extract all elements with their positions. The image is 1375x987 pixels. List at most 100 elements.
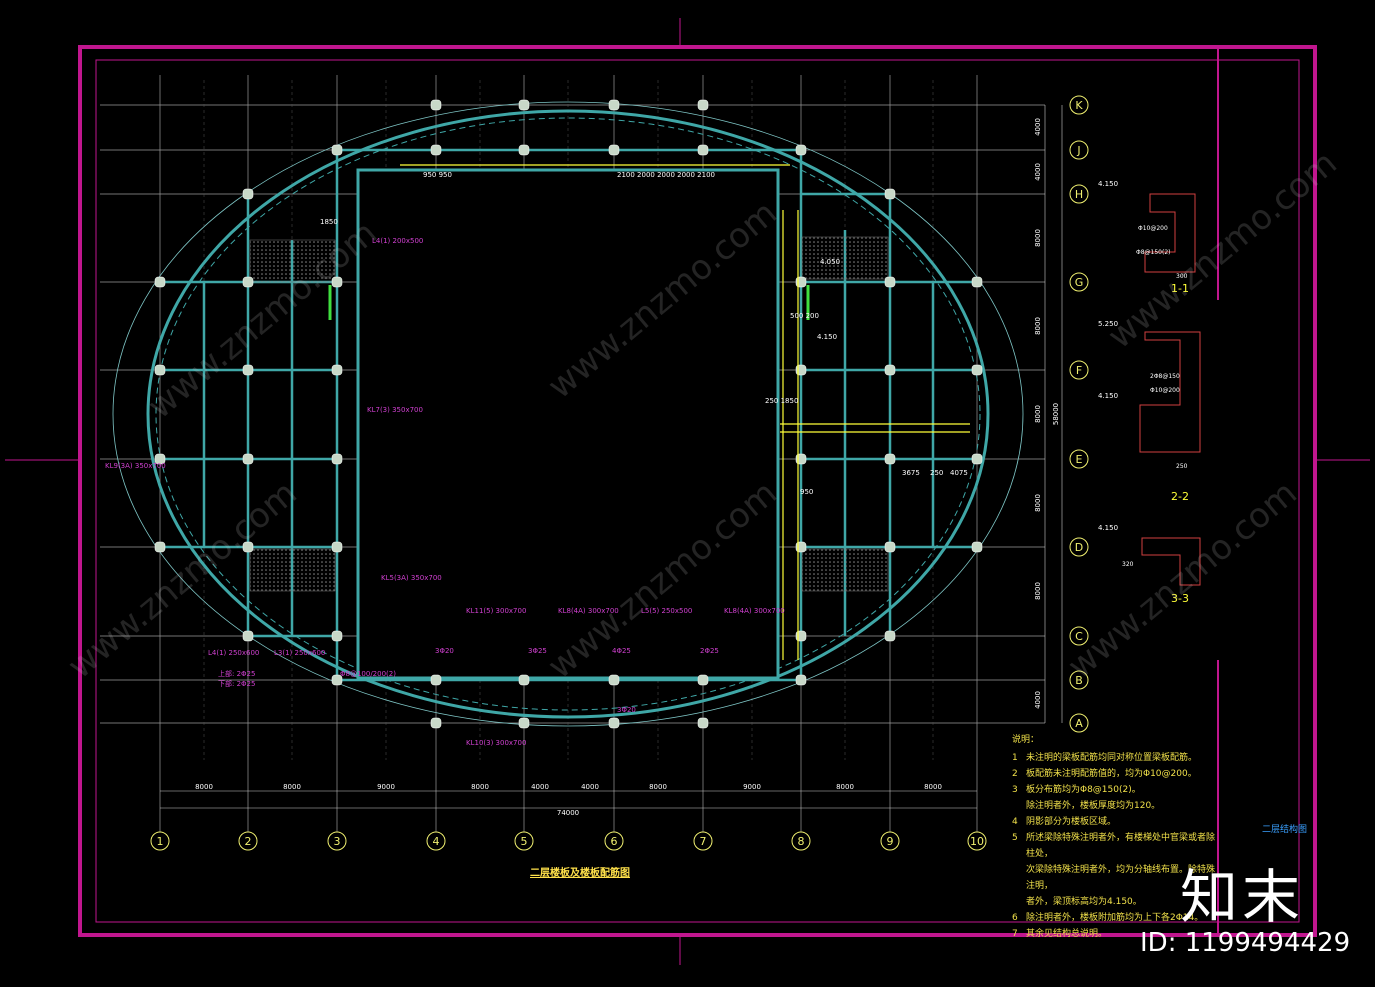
column	[154, 541, 166, 553]
column	[154, 364, 166, 376]
axis-label: 4	[433, 835, 440, 848]
hatched-slab-region	[801, 548, 889, 592]
section-name: 2-2	[1171, 490, 1189, 503]
beam-label: L4(1) 250x600	[208, 649, 259, 657]
column	[242, 453, 254, 465]
column	[518, 99, 530, 111]
note-item: 2 板配筋未注明配筋值的，均为Φ10@200。	[1012, 766, 1222, 782]
rebar-label: 4Φ25	[612, 647, 631, 655]
axis-label: 9	[887, 835, 894, 848]
span-dimension: 9000	[377, 783, 395, 791]
span-dimension: 4000	[531, 783, 549, 791]
central-void	[356, 168, 780, 680]
note-item: 1 未注明的梁板配筋均同对称位置梁板配筋。	[1012, 750, 1222, 766]
hatched-slab-region	[801, 236, 889, 280]
column	[884, 630, 896, 642]
column	[430, 99, 442, 111]
dimension-text: 950 950	[423, 171, 452, 179]
axis-label: 2	[245, 835, 252, 848]
column	[331, 541, 343, 553]
section-outline	[1144, 193, 1196, 273]
note-number	[1012, 894, 1026, 910]
column	[242, 364, 254, 376]
beam-label: L3(1) 250x600	[274, 649, 325, 657]
note-text: 阴影部分为楼板区域。	[1026, 817, 1117, 827]
axis-label: 7	[700, 835, 707, 848]
image-id-label: ID: 1199494429	[1140, 928, 1351, 958]
column	[795, 674, 807, 686]
section-rebar: Φ10@200	[1138, 225, 1168, 232]
axis-label: H	[1075, 188, 1083, 201]
column	[242, 188, 254, 200]
dimension-text: 2100 2000 2000 2000 2100	[617, 171, 715, 179]
column	[518, 717, 530, 729]
span-dimension: 8000	[1034, 229, 1042, 247]
span-dimension: 4000	[1034, 118, 1042, 136]
section-dim: 250	[1176, 463, 1188, 470]
column	[154, 276, 166, 288]
note-number	[1012, 798, 1026, 814]
beam-label: KL8(4A) 300x700	[724, 607, 785, 615]
rebar-label: 3Φ20	[617, 706, 636, 714]
column	[608, 717, 620, 729]
span-dimension: 4000	[1034, 163, 1042, 181]
note-item: 3 板分布筋均为Φ8@150(2)。	[1012, 782, 1222, 798]
span-dimension: 8000	[471, 783, 489, 791]
note-text: 其余见结构总说明。	[1026, 929, 1108, 939]
note-number: 6	[1012, 913, 1018, 923]
column	[242, 541, 254, 553]
note-text: 板分布筋均为Φ8@150(2)。	[1026, 785, 1141, 795]
column	[697, 717, 709, 729]
hatched-slab-region	[249, 239, 336, 283]
span-dimension: 8000	[1034, 582, 1042, 600]
section-name: 1-1	[1171, 282, 1189, 295]
rebar-label: 下部: 2Φ25	[218, 679, 255, 688]
span-dimension: 8000	[1034, 405, 1042, 423]
note-text: 除注明者外，楼板厚度均为120。	[1026, 801, 1161, 811]
beam-label: KL9(3A) 350x700	[105, 462, 166, 470]
column	[331, 144, 343, 156]
rebar-label: 上部: 2Φ25	[218, 669, 255, 678]
note-number: 3	[1012, 785, 1018, 795]
axis-label: 10	[970, 835, 984, 848]
notes-title: 说明：	[1012, 735, 1040, 745]
axis-label: A	[1075, 717, 1083, 730]
beam-label: KL8(4A) 300x700	[558, 607, 619, 615]
section-elevation: 4.150	[1098, 524, 1118, 532]
axis-label: 3	[334, 835, 341, 848]
column	[242, 276, 254, 288]
section-dim: 320	[1122, 561, 1134, 568]
section-name: 3-3	[1171, 592, 1189, 605]
column	[430, 144, 442, 156]
column	[331, 630, 343, 642]
column	[884, 364, 896, 376]
span-dimension: 8000	[1034, 494, 1042, 512]
column	[331, 276, 343, 288]
total-dimension: 74000	[557, 809, 579, 817]
column	[608, 99, 620, 111]
column	[331, 453, 343, 465]
axis-label: D	[1075, 541, 1083, 554]
brand-watermark: 知末	[1180, 863, 1305, 931]
dimension-text: 3675	[902, 469, 920, 477]
column	[884, 276, 896, 288]
column	[697, 144, 709, 156]
beam-label: L5(5) 250x500	[641, 607, 692, 615]
span-dimension: 4000	[1034, 691, 1042, 709]
note-number	[1012, 862, 1026, 894]
column	[971, 276, 983, 288]
section-rebar: 2Φ8@150	[1150, 373, 1180, 380]
note-number: 7	[1012, 929, 1018, 939]
drawing-title: 二层楼板及楼板配筋图	[530, 868, 630, 879]
note-number: 5	[1012, 833, 1018, 843]
total-dimension: 58000	[1052, 403, 1060, 425]
axis-label: K	[1075, 99, 1083, 112]
column	[430, 717, 442, 729]
dimension-text: 500 200	[790, 312, 819, 320]
beam-label: KL11(5) 300x700	[466, 607, 526, 615]
section-elevation: 5.250	[1098, 320, 1118, 328]
column	[795, 144, 807, 156]
note-text: 板配筋未注明配筋值的，均为Φ10@200。	[1026, 769, 1197, 779]
beam-label: KL10(3) 300x700	[466, 739, 526, 747]
span-dimension: 8000	[836, 783, 854, 791]
